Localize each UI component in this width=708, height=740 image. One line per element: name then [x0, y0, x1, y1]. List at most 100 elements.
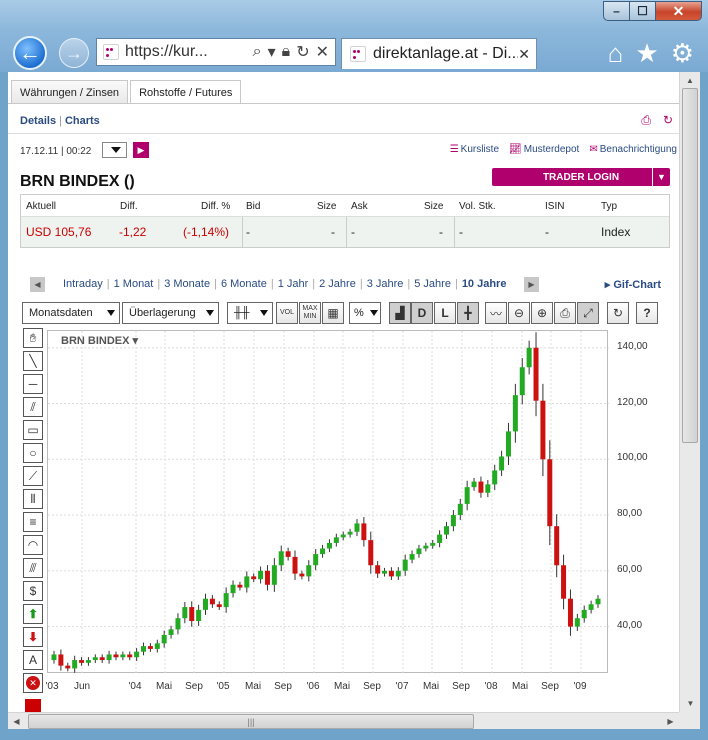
gear-icon[interactable]: ⚙ — [671, 38, 694, 69]
period-1-monat[interactable]: 1 Monat — [114, 278, 154, 290]
horizontal-line-tool[interactable]: ─ — [23, 374, 43, 394]
overlay-select[interactable]: Überlagerung — [122, 302, 219, 324]
period-next-button[interactable]: ▶ — [524, 277, 539, 292]
charts-link[interactable]: Charts — [65, 115, 100, 127]
home-icon[interactable]: ⌂ — [608, 38, 624, 69]
candle-body — [512, 395, 518, 432]
value-aktuell: USD 105,76 — [26, 225, 92, 239]
candle-body — [264, 570, 270, 585]
horizontal-grid-tool[interactable]: ≡ — [23, 512, 43, 532]
arc-tool[interactable]: ◠ — [23, 535, 43, 555]
fullscreen-button[interactable]: ⤢ — [577, 302, 599, 324]
period-prev-button[interactable]: ◀ — [30, 277, 45, 292]
reload-icon[interactable]: ↻ — [663, 113, 673, 128]
print-icon[interactable]: ⎙ — [641, 113, 651, 128]
channel-tool[interactable]: ⫽ — [23, 397, 43, 417]
minimize-button[interactable]: – — [603, 1, 630, 21]
chart-type-select[interactable]: ╫╫ — [227, 302, 273, 324]
vertical-grid-tool[interactable]: ⦀ — [23, 489, 43, 509]
scroll-up-icon[interactable]: ▲ — [680, 72, 700, 89]
url-text[interactable]: https://kur... — [125, 43, 253, 61]
period-5-jahre[interactable]: 5 Jahre — [414, 278, 451, 290]
browser-tab[interactable]: direktanlage.at - Di... ✕ — [341, 38, 537, 69]
l-button[interactable]: L — [434, 302, 456, 324]
indicator-button[interactable]: 〰 — [485, 302, 507, 324]
price-chart[interactable] — [47, 330, 609, 674]
rectangle-tool[interactable]: ▭ — [23, 420, 43, 440]
data-interval-select[interactable]: Monatsdaten — [22, 302, 120, 324]
period-intraday[interactable]: Intraday — [63, 278, 103, 290]
candle-body — [147, 646, 153, 649]
scroll-thumb[interactable] — [682, 88, 698, 443]
d-button[interactable]: D — [411, 302, 433, 324]
chart-title[interactable]: BRN BINDEX ▾ — [61, 334, 138, 347]
x-tick-label: '08 — [484, 681, 498, 692]
go-button[interactable]: ▶ — [133, 142, 149, 158]
refresh-chart-button[interactable]: ↻ — [607, 302, 629, 324]
dropdown-icon[interactable]: ▾ — [268, 42, 276, 62]
close-window-button[interactable]: ✕ — [656, 1, 702, 21]
value-vol: - — [459, 225, 463, 239]
scroll-right-icon[interactable]: ▶ — [662, 713, 679, 730]
chevron-down-icon[interactable]: ▼ — [652, 168, 670, 186]
candle-body — [402, 559, 408, 571]
horizontal-scrollbar[interactable]: ◀ ||| ▶ — [8, 712, 679, 729]
arrow-down-tool[interactable]: ⬇ — [23, 627, 43, 647]
details-link[interactable]: Details — [20, 115, 56, 127]
tab-rohstoffe-futures[interactable]: Rohstoffe / Futures — [130, 80, 242, 104]
percent-select[interactable]: % — [349, 302, 381, 324]
maximize-button[interactable]: ☐ — [630, 1, 656, 21]
price-channel-tool[interactable]: $ — [23, 581, 43, 601]
vertical-scrollbar[interactable]: ▲ ▼ — [679, 72, 700, 712]
scroll-thumb[interactable]: ||| — [28, 714, 474, 729]
candle-body — [540, 400, 546, 460]
close-tab-icon[interactable]: ✕ — [518, 46, 530, 63]
line-chart-icon: 〰 — [489, 306, 502, 321]
refresh-icon[interactable]: ↻ — [296, 42, 309, 62]
back-button[interactable]: ← — [13, 36, 47, 70]
hand-tool[interactable]: ✋︎ — [23, 328, 43, 348]
forward-button[interactable]: → — [59, 38, 89, 68]
volume-toggle-button[interactable]: VOL — [276, 302, 298, 324]
tab-waehrungen-zinsen[interactable]: Währungen / Zinsen — [11, 80, 129, 104]
musterdepot-link[interactable]: 📈︎ Musterdepot — [509, 144, 579, 155]
scroll-left-icon[interactable]: ◀ — [8, 713, 25, 730]
period-2-jahre[interactable]: 2 Jahre — [319, 278, 356, 290]
diagonal-grid-tool[interactable]: ⫻ — [23, 558, 43, 578]
color-swatch[interactable] — [25, 699, 41, 712]
star-favorites-icon[interactable]: ★ — [635, 38, 658, 69]
search-icon[interactable]: ⌕ — [253, 43, 262, 61]
zoom-in-button[interactable]: ⊕ — [531, 302, 553, 324]
maxmin-toggle-button[interactable]: MAX MIN — [299, 302, 321, 324]
candle-body — [292, 556, 298, 574]
area-chart-button[interactable]: ▟ — [389, 302, 411, 324]
period-3-jahre[interactable]: 3 Jahre — [367, 278, 404, 290]
grid-toggle-button[interactable]: ▦ — [322, 302, 344, 324]
period-6-monate[interactable]: 6 Monate — [221, 278, 267, 290]
candle-body — [251, 576, 257, 580]
circle-tool[interactable]: ○ — [23, 443, 43, 463]
kursliste-link[interactable]: ☰ Kursliste — [450, 144, 499, 155]
period-3-monate[interactable]: 3 Monate — [164, 278, 210, 290]
lock-icon[interactable]: 🔒︎ — [282, 43, 291, 61]
x-tick-label: Sep — [274, 681, 292, 692]
timestamp-dropdown[interactable] — [102, 142, 127, 158]
period-10-jahre[interactable]: 10 Jahre — [462, 278, 507, 290]
candle-body — [189, 607, 195, 622]
benachrichtigung-link[interactable]: ✉ Benachrichtigung — [589, 144, 677, 155]
trader-login-button[interactable]: TRADER LOGIN ▼ — [492, 168, 670, 186]
help-button[interactable]: ? — [636, 302, 658, 324]
arrow-up-tool[interactable]: ⬆ — [23, 604, 43, 624]
gif-chart-link[interactable]: ▸ Gif-Chart — [605, 278, 661, 291]
crosshair-button[interactable]: ╋ — [457, 302, 479, 324]
zoom-out-button[interactable]: ⊖ — [508, 302, 530, 324]
text-tool[interactable]: A — [23, 650, 43, 670]
fan-tool[interactable]: ⟋ — [23, 466, 43, 486]
trendline-tool[interactable]: ╲ — [23, 351, 43, 371]
scroll-down-icon[interactable]: ▼ — [680, 695, 701, 712]
print-chart-button[interactable]: ⎙ — [554, 302, 576, 324]
period-1-jahr[interactable]: 1 Jahr — [278, 278, 309, 290]
candle-body — [306, 565, 312, 577]
address-bar[interactable]: https://kur... ⌕ ▾ 🔒︎ ↻ ✕ — [96, 38, 336, 66]
stop-icon[interactable]: ✕ — [316, 42, 329, 62]
